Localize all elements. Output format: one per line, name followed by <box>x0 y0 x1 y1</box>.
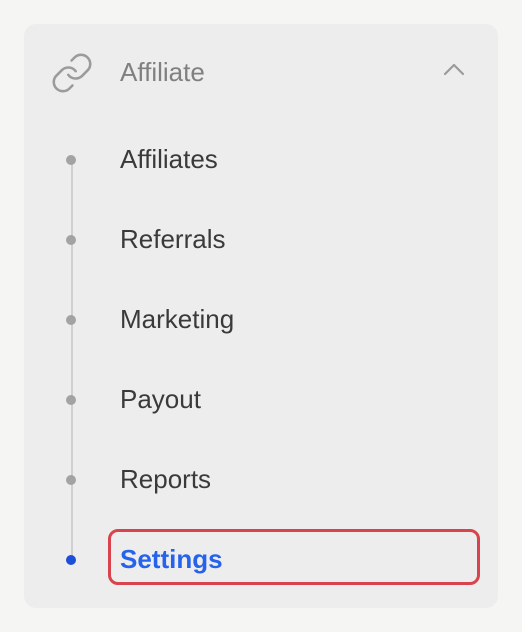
bullet-dot <box>66 155 76 165</box>
nav-item-label: Referrals <box>120 224 226 254</box>
section-title: Affiliate <box>120 57 205 87</box>
nav-item-reports[interactable]: Reports <box>24 450 498 510</box>
nav-item-payout[interactable]: Payout <box>24 370 498 430</box>
nav-item-label: Payout <box>120 384 201 414</box>
affiliate-nav-panel: Affiliate Affiliates Referrals Marketing… <box>24 24 498 608</box>
chevron-up-icon[interactable] <box>441 60 467 80</box>
link-icon <box>52 53 92 93</box>
nav-item-label: Affiliates <box>120 144 218 174</box>
nav-item-referrals[interactable]: Referrals <box>24 210 498 270</box>
bullet-dot <box>66 235 76 245</box>
active-bullet-dot <box>66 555 76 565</box>
bullet-dot <box>66 475 76 485</box>
nav-item-affiliates[interactable]: Affiliates <box>24 130 498 190</box>
nav-item-label: Reports <box>120 464 212 494</box>
affiliate-section-header[interactable]: Affiliate <box>24 24 498 120</box>
settings-highlight-outline <box>108 529 480 585</box>
nav-item-label: Marketing <box>120 304 235 334</box>
nav-item-marketing[interactable]: Marketing <box>24 290 498 350</box>
bullet-dot <box>66 395 76 405</box>
bullet-dot <box>66 315 76 325</box>
